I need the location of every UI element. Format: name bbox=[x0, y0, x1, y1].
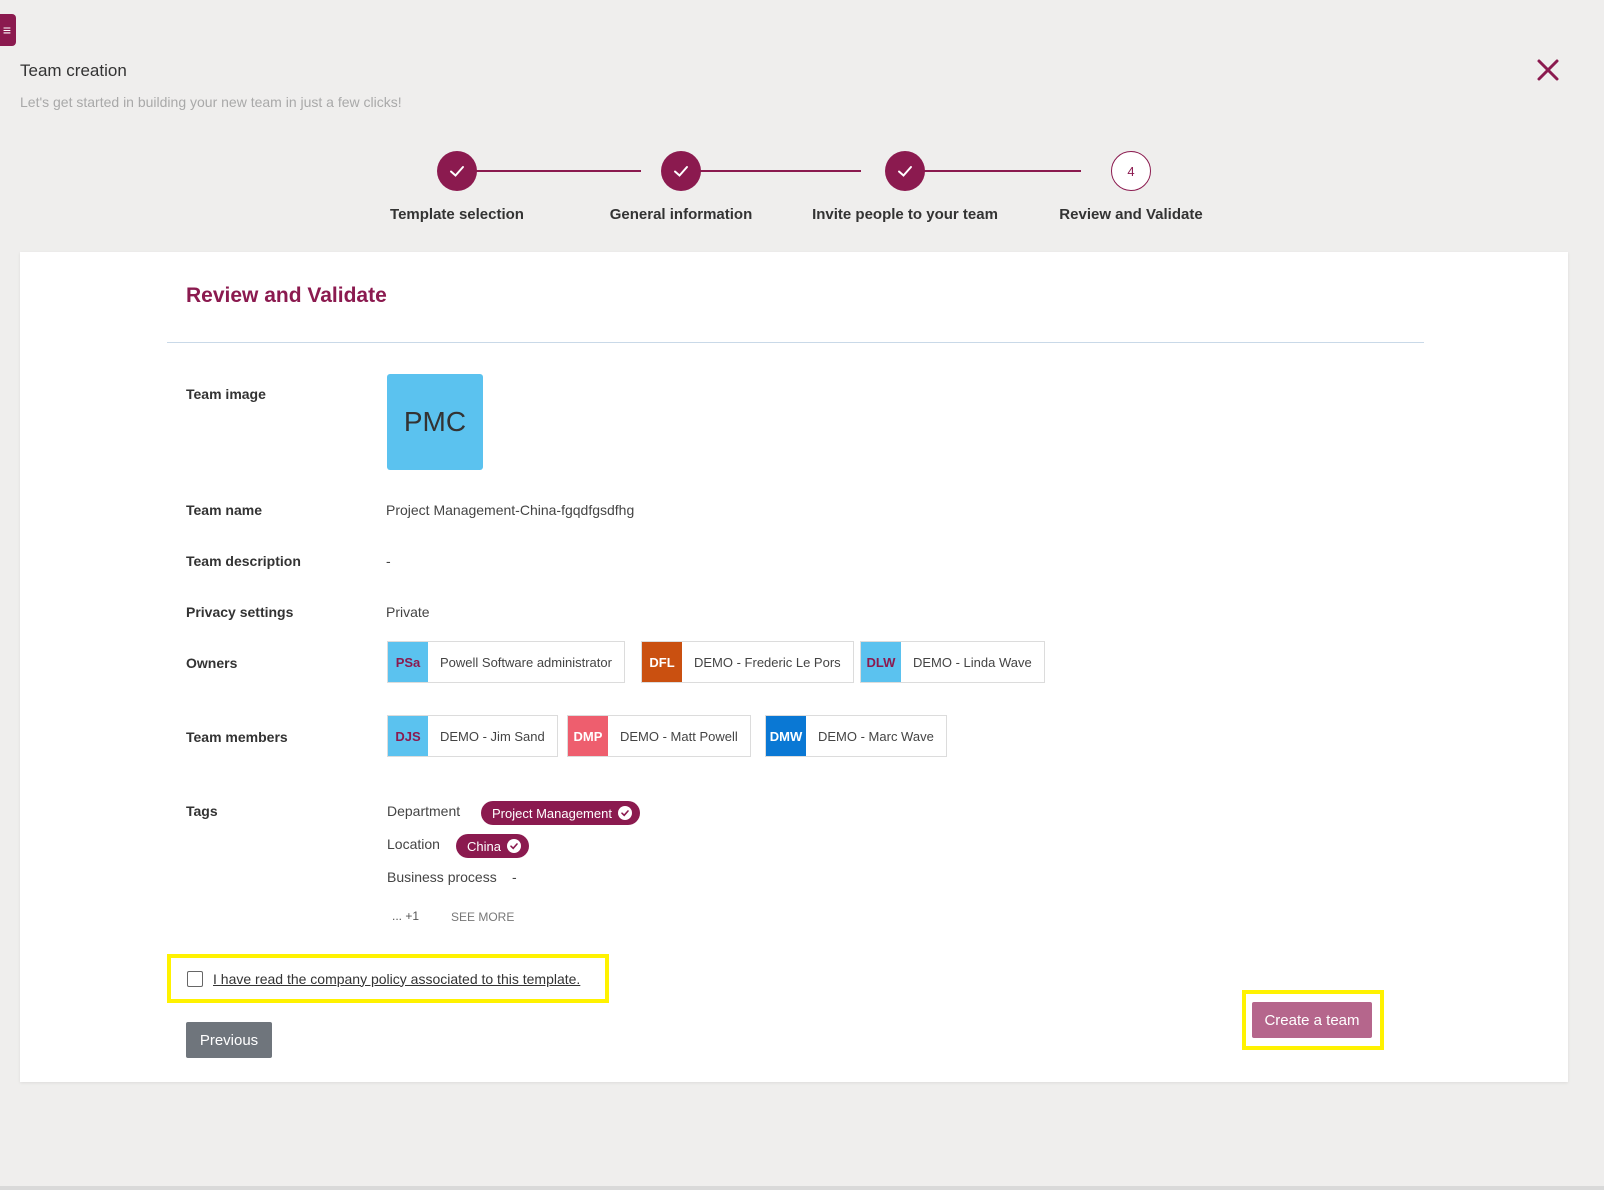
team-name-value: Project Management-China-fgqdfgsdfhg bbox=[386, 502, 635, 518]
check-icon bbox=[898, 166, 912, 177]
step-connector bbox=[473, 170, 641, 172]
owners-label: Owners bbox=[186, 655, 238, 671]
tag-value: China bbox=[467, 838, 501, 854]
tag-value: - bbox=[512, 869, 517, 885]
previous-button[interactable]: Previous bbox=[186, 1022, 272, 1058]
privacy-label: Privacy settings bbox=[186, 604, 294, 620]
check-icon bbox=[450, 166, 464, 177]
step-number: 4 bbox=[1127, 163, 1135, 179]
tags-label: Tags bbox=[186, 803, 218, 819]
step-1-label: Template selection bbox=[390, 206, 524, 223]
tag-pill: Project Management bbox=[481, 801, 640, 825]
hamburger-icon: ≡ bbox=[2, 22, 12, 38]
team-image-label: Team image bbox=[186, 386, 266, 402]
menu-button[interactable]: ≡ bbox=[0, 14, 16, 46]
tag-pill: China bbox=[456, 834, 529, 858]
close-icon bbox=[1537, 59, 1559, 81]
avatar: DMP bbox=[568, 716, 608, 756]
persona-name: DEMO - Jim Sand bbox=[440, 728, 545, 744]
tag-value: Project Management bbox=[492, 805, 612, 821]
avatar: PSa bbox=[388, 642, 428, 682]
policy-link[interactable]: I have read the company policy associate… bbox=[213, 971, 580, 987]
tag-name: Department bbox=[387, 803, 461, 819]
step-connector bbox=[693, 170, 861, 172]
team-image-initials: PMC bbox=[403, 406, 467, 437]
persona-chip[interactable]: DLW DEMO - Linda Wave bbox=[860, 641, 1045, 683]
persona-name: DEMO - Frederic Le Pors bbox=[694, 654, 841, 670]
see-more-link[interactable]: SEE MORE bbox=[451, 910, 514, 924]
check-icon bbox=[674, 166, 688, 177]
persona-chip[interactable]: DFL DEMO - Frederic Le Pors bbox=[641, 641, 854, 683]
section-title: Review and Validate bbox=[186, 284, 387, 307]
step-2-label: General information bbox=[609, 206, 753, 223]
step-3-label: Invite people to your team bbox=[812, 206, 998, 223]
persona-chip[interactable]: PSa Powell Software administrator bbox=[387, 641, 625, 683]
team-description-label: Team description bbox=[186, 553, 301, 569]
team-image: PMC bbox=[387, 374, 483, 470]
tag-name: Location bbox=[387, 836, 440, 852]
team-name-label: Team name bbox=[186, 502, 262, 518]
team-description-value: - bbox=[386, 553, 391, 569]
avatar: DFL bbox=[642, 642, 682, 682]
page-subtitle: Let's get started in building your new t… bbox=[20, 94, 402, 110]
step-2-circle[interactable] bbox=[661, 151, 701, 191]
step-1-circle[interactable] bbox=[437, 151, 477, 191]
avatar: DLW bbox=[861, 642, 901, 682]
policy-highlight: I have read the company policy associate… bbox=[167, 954, 609, 1003]
persona-chip[interactable]: DJS DEMO - Jim Sand bbox=[387, 715, 558, 757]
step-connector bbox=[913, 170, 1081, 172]
step-4-label: Review and Validate bbox=[1059, 206, 1203, 223]
persona-name: DEMO - Marc Wave bbox=[818, 728, 934, 744]
persona-chip[interactable]: DMP DEMO - Matt Powell bbox=[567, 715, 751, 757]
tag-name: Business process bbox=[387, 869, 497, 885]
create-team-button[interactable]: Create a team bbox=[1252, 1002, 1372, 1038]
review-card: Review and Validate Team image PMC Team … bbox=[20, 252, 1568, 1082]
avatar: DJS bbox=[388, 716, 428, 756]
persona-name: Powell Software administrator bbox=[440, 654, 612, 670]
avatar: DMW bbox=[766, 716, 806, 756]
persona-name: DEMO - Matt Powell bbox=[620, 728, 738, 744]
check-circle-icon bbox=[617, 806, 632, 820]
policy-checkbox[interactable] bbox=[187, 970, 203, 987]
persona-name: DEMO - Linda Wave bbox=[913, 654, 1032, 670]
bottom-strip bbox=[0, 1186, 1604, 1190]
persona-chip[interactable]: DMW DEMO - Marc Wave bbox=[765, 715, 947, 757]
check-circle-icon bbox=[506, 839, 521, 853]
divider bbox=[167, 342, 1424, 343]
close-button[interactable] bbox=[1530, 52, 1566, 88]
privacy-value: Private bbox=[386, 604, 430, 620]
more-tags-count: ... +1 bbox=[392, 909, 420, 923]
team-members-label: Team members bbox=[186, 729, 288, 745]
step-3-circle[interactable] bbox=[885, 151, 925, 191]
step-4-circle: 4 bbox=[1111, 151, 1151, 191]
page-title: Team creation bbox=[20, 61, 127, 80]
